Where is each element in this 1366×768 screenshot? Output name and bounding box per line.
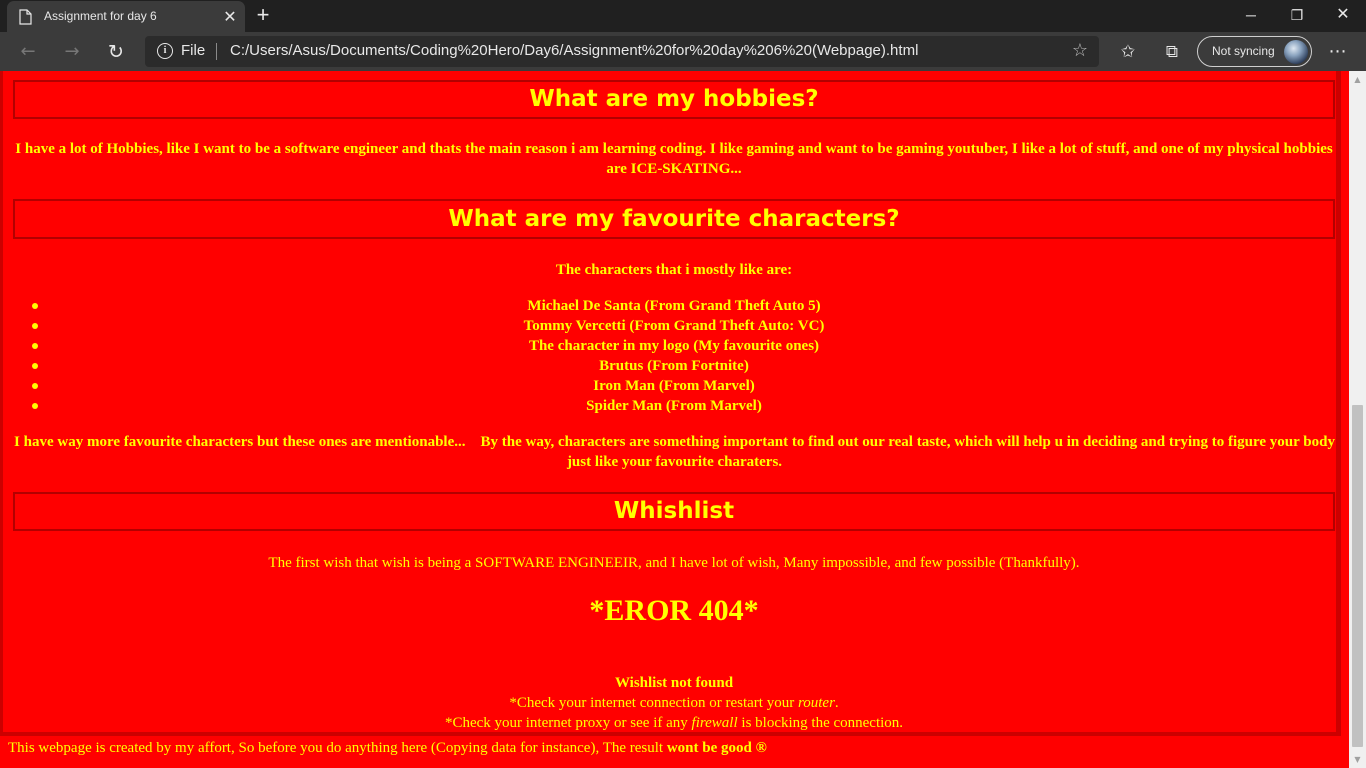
- scroll-thumb[interactable]: [1352, 405, 1363, 747]
- bullet-icon: [32, 403, 38, 409]
- list-item: Spider Man (From Marvel): [13, 396, 1335, 416]
- forward-arrow-icon[interactable]: →: [58, 38, 86, 66]
- webpage: What are my hobbies? I have a lot of Hob…: [0, 71, 1349, 768]
- firewall-word: firewall: [691, 715, 738, 731]
- check1-prefix: *Check your internet connection or resta…: [509, 695, 798, 711]
- page-border-right: [1336, 71, 1341, 735]
- check2-suffix: is blocking the connection.: [737, 715, 904, 731]
- tab-strip: Assignment for day 6 ✕ + ─ ❐ ✕: [0, 0, 1366, 32]
- tab-close-icon[interactable]: ✕: [220, 7, 240, 27]
- url-text[interactable]: C:/Users/Asus/Documents/Coding%20Hero/Da…: [230, 42, 918, 59]
- footer-bold-text: wont be good ®: [666, 740, 767, 756]
- characters-heading: What are my favourite characters?: [13, 199, 1335, 239]
- character-name: The character in my logo (My favourite o…: [528, 338, 820, 354]
- add-favorite-star-icon[interactable]: ☆: [1069, 40, 1091, 62]
- scheme-label: File: [181, 42, 206, 59]
- tab-active[interactable]: Assignment for day 6 ✕: [7, 1, 245, 32]
- info-icon[interactable]: i: [157, 43, 173, 59]
- minimize-button[interactable]: ─: [1228, 0, 1274, 30]
- character-name: Brutus (From Fortnite): [599, 358, 749, 374]
- reload-icon[interactable]: ↻: [102, 38, 130, 66]
- characters-intro: The characters that i mostly like are:: [555, 262, 793, 278]
- wishlist-heading: Whishlist: [13, 492, 1335, 531]
- hobbies-heading: What are my hobbies?: [13, 80, 1335, 119]
- wishlist-not-found: Wishlist not found: [614, 675, 734, 691]
- bullet-icon: [32, 363, 38, 369]
- window-close-button[interactable]: ✕: [1320, 0, 1366, 30]
- scroll-down-arrow-icon[interactable]: ▼: [1349, 751, 1366, 768]
- wishlist-paragraph: The first wish that wish is being a SOFT…: [268, 555, 1080, 571]
- list-item: The character in my logo (My favourite o…: [13, 336, 1335, 356]
- list-item: Iron Man (From Marvel): [13, 376, 1335, 396]
- bullet-icon: [32, 323, 38, 329]
- router-word: router: [797, 695, 835, 711]
- scroll-up-arrow-icon[interactable]: ▲: [1349, 71, 1366, 88]
- favorites-icon[interactable]: ✩: [1116, 40, 1140, 64]
- new-tab-button[interactable]: +: [252, 4, 274, 26]
- error-title: *EROR 404*: [589, 594, 759, 627]
- tab-title: Assignment for day 6: [44, 9, 157, 23]
- sync-label: Not syncing: [1212, 44, 1275, 58]
- list-item: Tommy Vercetti (From Grand Theft Auto: V…: [13, 316, 1335, 336]
- check1-suffix: .: [834, 695, 839, 711]
- footer-text: This webpage is created by my affort, So…: [8, 740, 667, 756]
- characters-list: Michael De Santa (From Grand Theft Auto …: [13, 296, 1335, 416]
- restore-button[interactable]: ❐: [1274, 0, 1320, 30]
- collections-icon[interactable]: ⧉: [1160, 40, 1184, 64]
- check-proxy-text: *Check your internet proxy or see if any…: [13, 713, 1335, 733]
- bullet-icon: [32, 343, 38, 349]
- page-border-left: [0, 71, 3, 735]
- character-name: Michael De Santa (From Grand Theft Auto …: [527, 298, 821, 314]
- check2-prefix: *Check your internet proxy or see if any: [444, 715, 692, 731]
- character-name: Spider Man (From Marvel): [586, 398, 762, 414]
- character-name: Iron Man (From Marvel): [593, 378, 755, 394]
- hobbies-paragraph: I have a lot of Hobbies, like I want to …: [15, 141, 1333, 177]
- back-arrow-icon[interactable]: ←: [14, 38, 42, 66]
- characters-more-paragraph: I have way more favourite characters but…: [14, 434, 1335, 470]
- profile-sync-button[interactable]: Not syncing: [1197, 36, 1312, 67]
- address-bar[interactable]: i File C:/Users/Asus/Documents/Coding%20…: [145, 36, 1099, 67]
- page-icon: [19, 9, 32, 25]
- page-viewport: What are my hobbies? I have a lot of Hob…: [0, 71, 1366, 768]
- character-name: Tommy Vercetti (From Grand Theft Auto: V…: [523, 318, 825, 334]
- list-item: Brutus (From Fortnite): [13, 356, 1335, 376]
- list-item: Michael De Santa (From Grand Theft Auto …: [13, 296, 1335, 316]
- bullet-icon: [32, 303, 38, 309]
- address-separator: [216, 43, 217, 60]
- browser-toolbar: ← → ↻ i File C:/Users/Asus/Documents/Cod…: [0, 32, 1366, 71]
- footer-note: This webpage is created by my affort, So…: [8, 738, 767, 758]
- more-menu-icon[interactable]: ⋯: [1326, 40, 1350, 64]
- avatar: [1284, 40, 1308, 64]
- check-connection-text: *Check your internet connection or resta…: [13, 693, 1335, 713]
- vertical-scrollbar[interactable]: ▲ ▼: [1349, 71, 1366, 768]
- bullet-icon: [32, 383, 38, 389]
